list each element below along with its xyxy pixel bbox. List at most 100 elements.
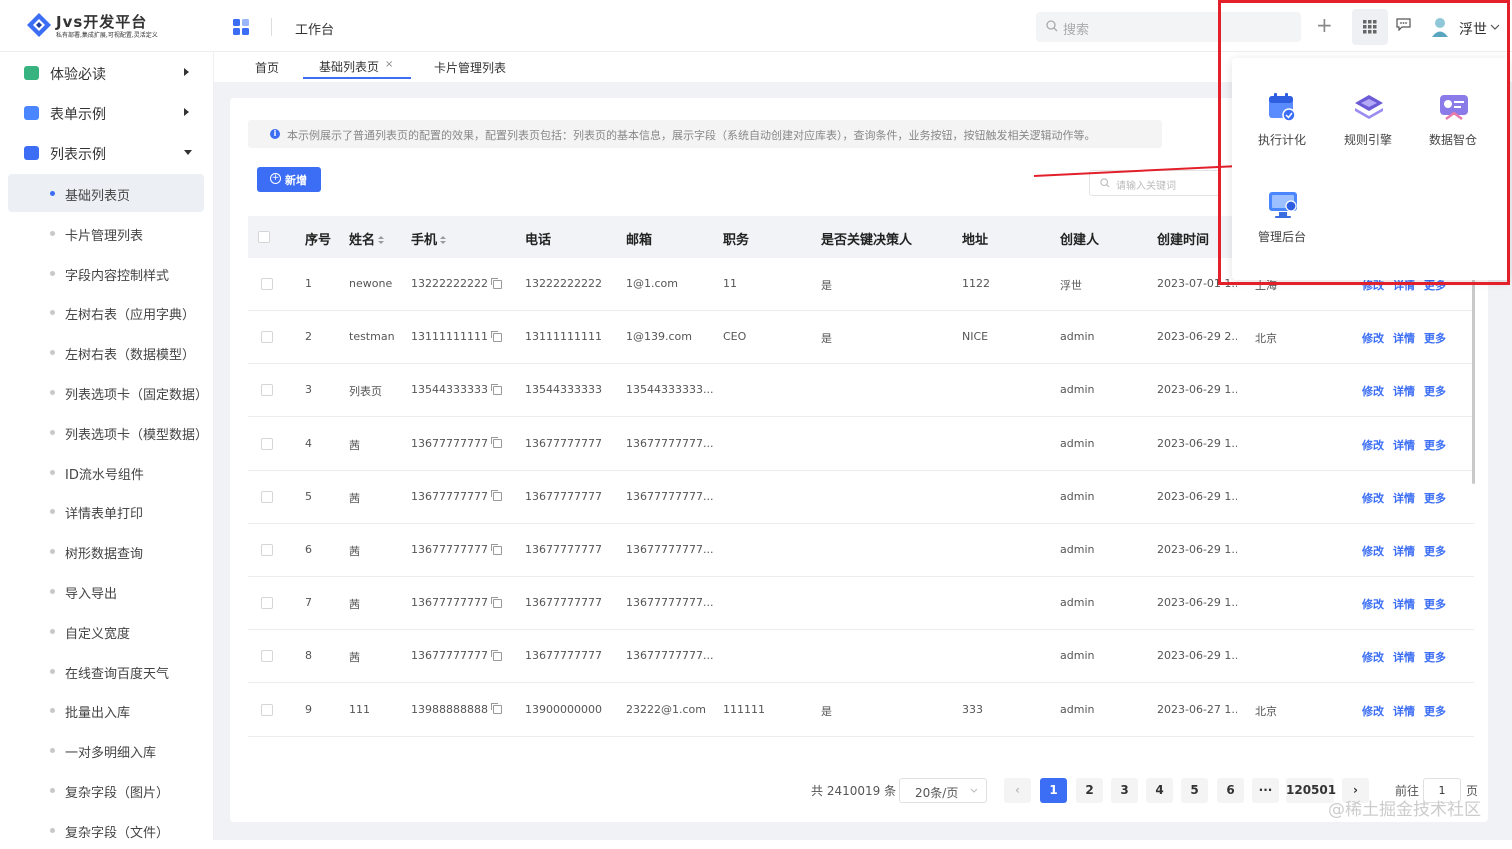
more-link[interactable]: 更多 bbox=[1424, 649, 1446, 665]
copy-icon[interactable] bbox=[490, 649, 502, 661]
sidebar-item[interactable]: 在线查询百度天气 bbox=[8, 652, 204, 690]
tab-basic-list[interactable]: 基础列表页 bbox=[319, 58, 379, 75]
sidebar-item[interactable]: 复杂字段（文件） bbox=[8, 811, 204, 849]
select-all-checkbox[interactable] bbox=[258, 231, 270, 243]
copy-icon[interactable] bbox=[490, 383, 502, 395]
copy-icon[interactable] bbox=[490, 703, 502, 715]
row-checkbox[interactable] bbox=[261, 703, 273, 716]
close-icon[interactable]: × bbox=[385, 59, 393, 70]
sidebar-item[interactable]: 一对多明细入库 bbox=[8, 731, 204, 769]
sidebar-item[interactable]: 左树右表（应用字典） bbox=[8, 293, 204, 331]
tab-home[interactable]: 首页 bbox=[255, 59, 279, 76]
row-checkbox[interactable] bbox=[261, 384, 273, 397]
detail-link[interactable]: 详情 bbox=[1393, 437, 1415, 453]
page-size-select[interactable]: 20条/页 bbox=[899, 778, 987, 803]
more-link[interactable]: 更多 bbox=[1424, 490, 1446, 506]
sidebar-item[interactable]: 导入导出 bbox=[8, 572, 204, 610]
sidebar-item[interactable]: 批量出入库 bbox=[8, 691, 204, 729]
page-button[interactable]: 3 bbox=[1111, 778, 1138, 803]
column-header-label: 邮箱 bbox=[626, 233, 653, 248]
row-checkbox[interactable] bbox=[261, 597, 273, 610]
last-page-button[interactable]: 120501 bbox=[1286, 778, 1336, 803]
table-row[interactable]: 3 列表页 13544333333 13544333333 13544333333...… bbox=[248, 364, 1474, 418]
copy-icon[interactable] bbox=[490, 596, 502, 608]
sidebar-item[interactable]: ID流水号组件 bbox=[8, 453, 204, 491]
row-checkbox[interactable] bbox=[261, 490, 273, 503]
detail-link[interactable]: 详情 bbox=[1393, 490, 1415, 506]
page-button[interactable]: 6 bbox=[1217, 778, 1244, 803]
column-header[interactable]: 姓名 bbox=[349, 229, 385, 248]
sort-icon[interactable] bbox=[440, 236, 447, 245]
detail-link[interactable]: 详情 bbox=[1393, 649, 1415, 665]
sort-icon[interactable] bbox=[378, 236, 385, 245]
info-icon: i bbox=[270, 129, 280, 139]
apps-icon[interactable] bbox=[233, 19, 249, 35]
page-button[interactable]: 2 bbox=[1076, 778, 1103, 803]
sidebar-item[interactable]: 字段内容控制样式 bbox=[8, 254, 204, 292]
sidebar-group-1[interactable]: 表单示例 bbox=[0, 94, 214, 132]
cell-text: admin bbox=[1060, 702, 1095, 716]
form-icon bbox=[24, 106, 39, 120]
detail-link[interactable]: 详情 bbox=[1393, 596, 1415, 612]
more-link[interactable]: 更多 bbox=[1424, 437, 1446, 453]
edit-link[interactable]: 修改 bbox=[1362, 543, 1384, 559]
table-row[interactable]: 4 茜 13677777777 13677777777 13677777777... ad… bbox=[248, 418, 1474, 471]
row-checkbox[interactable] bbox=[261, 650, 273, 663]
copy-icon[interactable] bbox=[490, 437, 502, 449]
more-link[interactable]: 更多 bbox=[1424, 383, 1446, 399]
table-cell: 8 bbox=[305, 649, 312, 662]
sidebar-item[interactable]: 树形数据查询 bbox=[8, 532, 204, 570]
sidebar-item[interactable]: 列表选项卡（模型数据） bbox=[8, 413, 208, 451]
more-pages-button[interactable]: ··· bbox=[1252, 778, 1279, 803]
more-link[interactable]: 更多 bbox=[1424, 703, 1446, 719]
sidebar-item-label: 树形数据查询 bbox=[65, 547, 144, 563]
table-row[interactable]: 7 茜 13677777777 13677777777 13677777777... ad… bbox=[248, 577, 1474, 631]
edit-link[interactable]: 修改 bbox=[1362, 596, 1384, 612]
page-button[interactable]: 4 bbox=[1146, 778, 1173, 803]
edit-link[interactable]: 修改 bbox=[1362, 649, 1384, 665]
copy-icon[interactable] bbox=[490, 543, 502, 555]
sidebar-item[interactable]: 列表选项卡（固定数据） bbox=[8, 373, 208, 411]
more-link[interactable]: 更多 bbox=[1424, 596, 1446, 612]
more-link[interactable]: 更多 bbox=[1424, 330, 1446, 346]
tab-card-list[interactable]: 卡片管理列表 bbox=[434, 59, 506, 76]
add-button[interactable]: + 新增 bbox=[257, 167, 321, 192]
table-row[interactable]: 5 茜 13677777777 13677777777 13677777777... ad… bbox=[248, 471, 1474, 524]
detail-link[interactable]: 详情 bbox=[1393, 543, 1415, 559]
detail-link[interactable]: 详情 bbox=[1393, 703, 1415, 719]
page-button[interactable]: 5 bbox=[1181, 778, 1208, 803]
copy-icon[interactable] bbox=[490, 330, 502, 342]
table-row[interactable]: 6 茜 13677777777 13677777777 13677777777... ad… bbox=[248, 524, 1474, 577]
edit-link[interactable]: 修改 bbox=[1362, 330, 1384, 346]
sidebar-item[interactable]: 基础列表页 bbox=[8, 174, 204, 212]
edit-link[interactable]: 修改 bbox=[1362, 703, 1384, 719]
more-link[interactable]: 更多 bbox=[1424, 543, 1446, 559]
logo[interactable]: Jvs开发平台 私有部署,集成扩展,可视配置,灵活定义 bbox=[26, 10, 196, 42]
copy-icon[interactable] bbox=[490, 490, 502, 502]
edit-link[interactable]: 修改 bbox=[1362, 437, 1384, 453]
sidebar-item[interactable]: 卡片管理列表 bbox=[8, 214, 204, 252]
column-header[interactable]: 手机 bbox=[411, 229, 447, 248]
scrollbar[interactable] bbox=[1472, 258, 1475, 484]
detail-link[interactable]: 详情 bbox=[1393, 330, 1415, 346]
sidebar-item[interactable]: 详情表单打印 bbox=[8, 492, 204, 530]
copy-icon[interactable] bbox=[490, 277, 502, 289]
sidebar-item[interactable]: 自定义宽度 bbox=[8, 612, 204, 650]
table-row[interactable]: 2 testman 13111111111 13111111111 1@139.com C… bbox=[248, 311, 1474, 365]
sidebar-group-2[interactable]: 列表示例 bbox=[0, 134, 214, 172]
row-checkbox[interactable] bbox=[261, 544, 273, 556]
edit-link[interactable]: 修改 bbox=[1362, 383, 1384, 399]
row-checkbox[interactable] bbox=[261, 331, 273, 344]
column-header: 电话 bbox=[525, 229, 551, 248]
row-checkbox[interactable] bbox=[261, 437, 273, 450]
sidebar-item[interactable]: 左树右表（数据模型） bbox=[8, 333, 204, 371]
page-button[interactable]: 1 bbox=[1040, 778, 1067, 803]
table-row[interactable]: 9 111 13988888888 13900000000 23222@1.com 111… bbox=[248, 684, 1474, 737]
table-row[interactable]: 8 茜 13677777777 13677777777 13677777777... ad… bbox=[248, 630, 1474, 684]
edit-link[interactable]: 修改 bbox=[1362, 490, 1384, 506]
sidebar-item[interactable]: 复杂字段（图片） bbox=[8, 771, 204, 809]
sidebar-group-0[interactable]: 体验必读 bbox=[0, 54, 214, 92]
detail-link[interactable]: 详情 bbox=[1393, 383, 1415, 399]
row-checkbox[interactable] bbox=[261, 278, 273, 290]
prev-page-button[interactable]: ‹ bbox=[1004, 778, 1031, 803]
